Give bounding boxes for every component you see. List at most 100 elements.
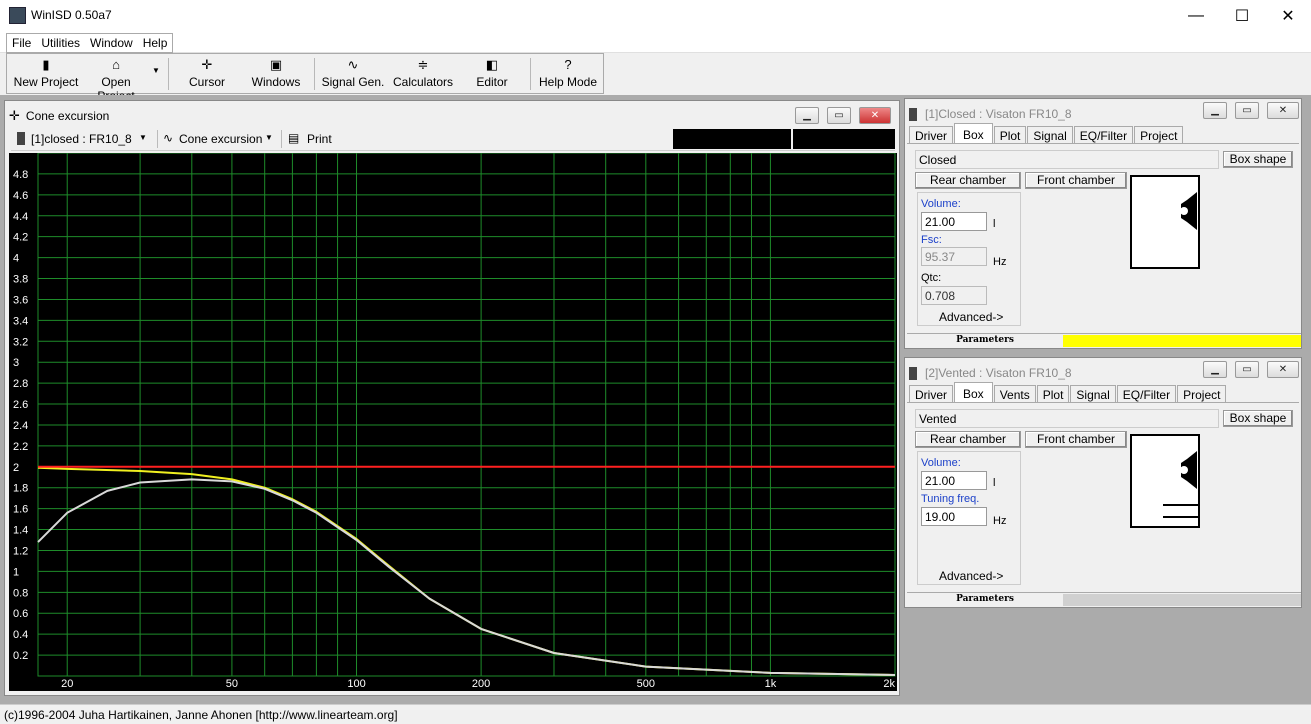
advanced-link[interactable]: Advanced-> xyxy=(939,310,1003,324)
cursor-readout-x xyxy=(673,129,791,149)
signal-gen-label: Signal Gen. xyxy=(321,75,385,89)
box-shape-button[interactable]: Box shape xyxy=(1223,151,1293,168)
closed-close-button[interactable]: ✕ xyxy=(1267,102,1299,119)
graph-type-dropdown-icon[interactable]: ▼ xyxy=(265,133,273,142)
closed-minimize-button[interactable]: ▁ xyxy=(1203,102,1227,119)
graph-close-button[interactable]: ✕ xyxy=(859,107,891,124)
calculators-button[interactable]: ≑ Calculators xyxy=(390,55,456,93)
qtc-label: Qtc: xyxy=(921,272,942,284)
y-tick-label: 4.6 xyxy=(13,190,28,202)
speaker-icon xyxy=(909,366,917,380)
y-tick-label: 4.2 xyxy=(13,232,28,244)
editor-button[interactable]: ◧ Editor xyxy=(462,55,522,93)
closed-tab-strip: Driver Box Plot Signal EQ/Filter Project xyxy=(909,123,1184,145)
menu-strip: File Utilities Window Help xyxy=(6,33,174,53)
graph-type-select[interactable]: Cone excursion xyxy=(179,132,262,146)
signal-icon: ∿ xyxy=(347,57,359,72)
plot-background xyxy=(9,153,897,691)
y-tick-label: 3.4 xyxy=(13,315,28,327)
menu-file[interactable]: File xyxy=(7,34,36,52)
box-type-field[interactable]: Closed xyxy=(915,150,1219,169)
maximize-button[interactable]: ☐ xyxy=(1219,0,1265,31)
y-tick-label: 4.4 xyxy=(13,211,28,223)
print-button[interactable]: Print xyxy=(307,132,332,146)
fsc-field: 95.37 xyxy=(921,247,987,266)
new-project-icon: ▮ xyxy=(42,57,50,72)
y-tick-label: 3 xyxy=(13,357,19,369)
x-tick-label: 200 xyxy=(472,678,490,690)
menu-window[interactable]: Window xyxy=(85,34,138,52)
vented-status-bar: Parameters xyxy=(907,592,1301,606)
vented-box-diagram xyxy=(1130,434,1200,528)
project-select[interactable]: [1]closed : FR10_8 xyxy=(31,132,132,146)
front-chamber-tab[interactable]: Front chamber xyxy=(1025,172,1127,189)
closed-restore-button[interactable]: ▭ xyxy=(1235,102,1259,119)
help-mode-label: Help Mode xyxy=(538,75,598,89)
closed-box-window: [1]Closed : Visaton FR10_8 ▁ ▭ ✕ Driver B… xyxy=(904,98,1302,349)
volume-label: Volume: xyxy=(921,198,961,210)
close-button[interactable]: ✕ xyxy=(1265,0,1311,31)
y-tick-label: 1.6 xyxy=(13,504,28,516)
project-dropdown-icon[interactable]: ▼ xyxy=(139,133,147,142)
y-tick-label: 2 xyxy=(13,462,19,474)
rear-chamber-tab[interactable]: Rear chamber xyxy=(915,431,1021,448)
rear-chamber-tab[interactable]: Rear chamber xyxy=(915,172,1021,189)
volume-label: Volume: xyxy=(921,457,961,469)
closed-status-bar: Parameters xyxy=(907,333,1301,347)
cone-excursion-chart[interactable]: 4.8 4.6 4.4 4.2 4 3.8 3.6 3.4 3.2 3 2.8 2.6 2.4 2.2 2 1… xyxy=(9,153,897,691)
y-tick-label: 2.6 xyxy=(13,399,28,411)
printer-icon: ▤ xyxy=(288,131,300,145)
signal-gen-button[interactable]: ∿ Signal Gen. xyxy=(320,55,386,93)
vented-title-text: [2]Vented : Visaton FR10_8 xyxy=(925,366,1072,380)
closed-title-text: [1]Closed : Visaton FR10_8 xyxy=(925,107,1072,121)
y-tick-label: 3.8 xyxy=(13,274,28,286)
graph-restore-button[interactable]: ▭ xyxy=(827,107,851,124)
cone-graph-icon: ∿ xyxy=(163,131,174,145)
closed-window-title: [1]Closed : Visaton FR10_8 xyxy=(909,103,1072,125)
vented-minimize-button[interactable]: ▁ xyxy=(1203,361,1227,378)
x-tick-label: 100 xyxy=(347,678,365,690)
tuning-freq-unit: Hz xyxy=(993,515,1007,527)
advanced-link[interactable]: Advanced-> xyxy=(939,569,1003,583)
vented-restore-button[interactable]: ▭ xyxy=(1235,361,1259,378)
y-tick-label: 0.8 xyxy=(13,587,28,599)
windows-label: Windows xyxy=(251,75,301,89)
help-mode-button[interactable]: ? Help Mode xyxy=(536,55,600,93)
graph-title: Cone excursion xyxy=(25,109,110,123)
cursor-button[interactable]: ✛ Cursor xyxy=(176,55,238,93)
box-type-field[interactable]: Vented xyxy=(915,409,1219,428)
y-tick-label: 1.2 xyxy=(13,545,28,557)
y-tick-label: 0.6 xyxy=(13,608,28,620)
box-shape-button[interactable]: Box shape xyxy=(1223,410,1293,427)
calculator-icon: ≑ xyxy=(417,57,429,72)
tab-box[interactable]: Box xyxy=(954,123,993,145)
tuning-freq-input[interactable]: 19.00 xyxy=(921,507,987,526)
editor-icon: ◧ xyxy=(485,57,499,72)
vented-close-button[interactable]: ✕ xyxy=(1267,361,1299,378)
minimize-button[interactable]: — xyxy=(1173,0,1219,31)
tuning-freq-label: Tuning freq. xyxy=(921,493,980,505)
windows-button[interactable]: ▣ Windows xyxy=(244,55,308,93)
y-tick-label: 3.6 xyxy=(13,294,28,306)
volume-input[interactable]: 21.00 xyxy=(921,212,987,231)
help-icon: ? xyxy=(564,57,572,72)
open-folder-icon: ⌂ xyxy=(112,57,120,72)
editor-label: Editor xyxy=(476,75,508,89)
x-tick-label: 20 xyxy=(61,678,73,690)
y-tick-label: 2.4 xyxy=(13,420,28,432)
toolbar-separator xyxy=(281,130,282,148)
y-tick-label: 4 xyxy=(13,253,19,265)
open-project-dropdown-icon[interactable]: ▼ xyxy=(152,66,160,75)
graph-minimize-button[interactable]: ▁ xyxy=(795,107,819,124)
calculators-label: Calculators xyxy=(392,75,454,89)
volume-input[interactable]: 21.00 xyxy=(921,471,987,490)
new-project-button[interactable]: ▮ New Project xyxy=(12,55,80,93)
front-chamber-tab[interactable]: Front chamber xyxy=(1025,431,1127,448)
x-tick-label: 500 xyxy=(637,678,655,690)
fsc-label: Fsc: xyxy=(921,234,942,246)
tab-box[interactable]: Box xyxy=(954,382,993,404)
menu-utilities[interactable]: Utilities xyxy=(36,34,85,52)
y-tick-label: 2.2 xyxy=(13,441,28,453)
open-project-button[interactable]: ⌂ Open Project xyxy=(82,55,150,103)
menu-help[interactable]: Help xyxy=(138,34,173,52)
